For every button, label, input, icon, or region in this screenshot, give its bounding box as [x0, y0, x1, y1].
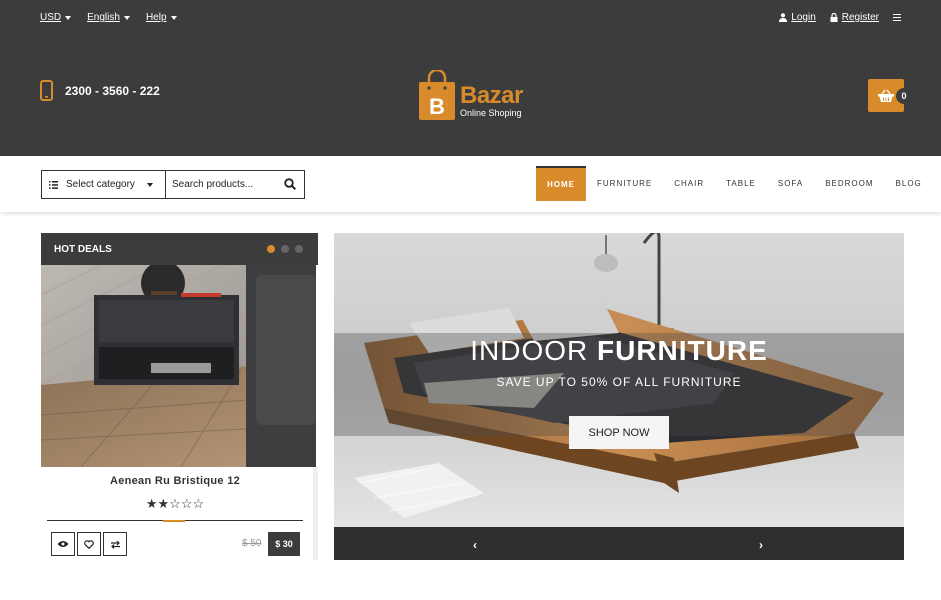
help-label: Help	[145, 12, 167, 23]
quick-view-button[interactable]	[51, 532, 75, 556]
star-empty-icon: ☆	[192, 496, 205, 511]
carousel-dot[interactable]	[295, 245, 303, 253]
top-bar: USD English Help Login Register	[0, 0, 941, 36]
carousel-dots	[267, 245, 303, 253]
product-actions	[51, 532, 127, 556]
carousel-dot[interactable]	[267, 245, 275, 253]
product-image[interactable]	[41, 265, 316, 467]
hero-subtitle: SAVE UP TO 50% OF ALL FURNITURE	[496, 375, 742, 389]
basket-icon	[878, 89, 894, 102]
phone-icon	[40, 80, 53, 101]
star-full-icon: ★	[145, 496, 158, 511]
nav-item-home[interactable]: HOME	[536, 166, 586, 201]
hot-deals-title: HOT DEALS	[54, 243, 112, 255]
user-icon	[779, 13, 788, 22]
hero-slider: INDOOR FURNITURE SAVE UP TO 50% OF ALL F…	[334, 233, 904, 560]
compare-arrows-icon	[110, 540, 120, 549]
chevron-down-icon	[123, 15, 130, 20]
register-link[interactable]: Register	[830, 12, 879, 23]
nav-item-blog[interactable]: BLOG	[885, 166, 933, 201]
nav-item-bedroom[interactable]: BEDROOM	[814, 166, 884, 201]
star-full-icon: ★	[157, 496, 170, 511]
svg-text:B: B	[429, 94, 445, 119]
logo-tagline: Online Shoping	[460, 108, 522, 118]
chevron-down-icon	[170, 15, 177, 20]
chevron-down-icon	[146, 182, 153, 187]
site-logo[interactable]: B Bazar Online Shoping	[417, 70, 537, 122]
hero-title: INDOOR FURNITURE	[470, 335, 768, 366]
menu-icon[interactable]	[893, 14, 901, 21]
nav-item-furniture[interactable]: FURNITURE	[586, 166, 663, 201]
eye-icon	[57, 541, 69, 547]
slider-controls: ‹ ›	[334, 527, 904, 560]
login-link[interactable]: Login	[779, 12, 816, 23]
currency-label: USD	[40, 12, 62, 23]
cart-count-badge: 0	[896, 88, 912, 104]
shop-now-button[interactable]: SHOP NOW	[569, 416, 669, 449]
phone-number: 2300 - 3560 - 222	[65, 83, 160, 98]
prev-arrow-icon[interactable]: ‹	[473, 538, 477, 552]
star-empty-icon: ☆	[169, 496, 181, 511]
divider-accent	[163, 520, 185, 522]
old-price: $ 50	[242, 538, 262, 549]
nav-item-chair[interactable]: CHAIR	[663, 166, 715, 201]
list-icon	[49, 180, 58, 189]
language-dropdown[interactable]: English	[87, 12, 130, 23]
compare-button[interactable]	[103, 532, 127, 556]
search-input[interactable]: Search products...	[166, 171, 304, 198]
currency-dropdown[interactable]: USD	[40, 12, 72, 23]
search-placeholder: Search products...	[172, 179, 254, 190]
category-select[interactable]: Select category	[42, 171, 166, 198]
shopping-bag-logo-icon: B	[419, 70, 455, 120]
search-icon[interactable]	[284, 178, 296, 190]
product-name[interactable]: Aenean Ru Bristique 12	[41, 475, 309, 487]
login-label: Login	[791, 12, 816, 23]
logo-name: Bazar	[460, 82, 523, 109]
nav-item-table[interactable]: TABLE	[715, 166, 767, 201]
sale-price: $ 30	[268, 532, 300, 556]
lock-icon	[830, 13, 838, 22]
register-label: Register	[841, 12, 879, 23]
heart-icon	[84, 539, 94, 549]
star-empty-icon: ☆	[180, 496, 193, 511]
nav-row: Select category Search products... HOME …	[0, 156, 941, 212]
main-menu: HOME FURNITURE CHAIR TABLE SOFA BEDROOM …	[536, 166, 933, 201]
search-bar: Select category Search products...	[41, 170, 305, 199]
hot-deals-header: HOT DEALS	[41, 233, 318, 265]
product-rating: ★★☆☆☆	[41, 496, 309, 512]
carousel-dot[interactable]	[281, 245, 289, 253]
site-header: 2300 - 3560 - 222 B Bazar Online Shoping…	[0, 36, 941, 156]
hot-deals-widget: HOT DEALS Aenean Ru Bristique 12 ★★☆☆☆ $…	[41, 233, 318, 560]
chevron-down-icon	[65, 15, 72, 20]
wishlist-button[interactable]	[77, 532, 101, 556]
phone-contact: 2300 - 3560 - 222	[40, 80, 160, 101]
next-arrow-icon[interactable]: ›	[759, 538, 763, 552]
language-label: English	[87, 12, 120, 23]
category-select-label: Select category	[66, 179, 135, 190]
help-dropdown[interactable]: Help	[146, 12, 177, 23]
nav-item-sofa[interactable]: SOFA	[767, 166, 814, 201]
image-scrollbar	[313, 467, 318, 560]
